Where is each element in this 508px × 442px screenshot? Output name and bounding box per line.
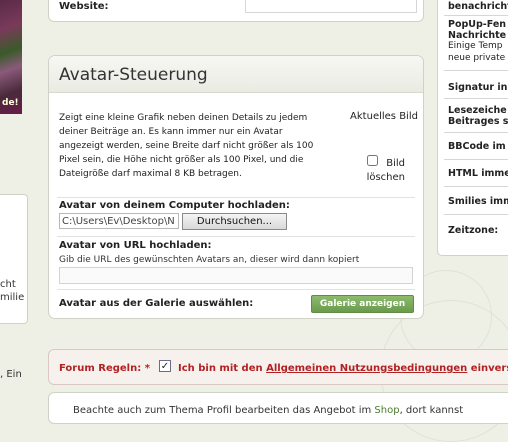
- avatar-url-input[interactable]: [59, 267, 413, 284]
- sidebar-item-html[interactable]: HTML imme: [448, 168, 508, 180]
- divider: [444, 214, 508, 215]
- left-text-fragment: , Ein: [0, 369, 22, 380]
- divider: [444, 186, 508, 187]
- divider: [57, 289, 415, 290]
- url-upload-label: Avatar von URL hochladen:: [59, 240, 212, 251]
- promo-image-text: de!: [2, 98, 19, 108]
- divider: [57, 197, 415, 198]
- sidebar-item-notify[interactable]: benachrichtig: [448, 1, 508, 13]
- sidebar-item-popup-desc: Einige Temp: [448, 41, 503, 51]
- avatar-panel-header: Avatar-Steuerung: [49, 56, 423, 93]
- left-text-fragment: milie: [0, 292, 25, 303]
- website-label: Website:: [59, 1, 109, 12]
- forum-rules-panel: Forum Regeln: * ✓ Ich bin mit den Allgem…: [48, 349, 508, 385]
- accept-terms-checkbox[interactable]: ✓: [159, 360, 171, 372]
- profile-hint-panel: Beachte auch zum Thema Profil bearbeiten…: [48, 392, 508, 424]
- divider: [444, 159, 508, 160]
- accept-terms-text: Ich bin mit den Allgemeinen Nutzungsbedi…: [178, 363, 508, 374]
- left-column: de! cht milie , Ein: [0, 0, 38, 412]
- profile-hint-prefix: Beachte auch zum Thema Profil bearbeiten…: [73, 405, 372, 416]
- show-gallery-button[interactable]: Galerie anzeigen: [311, 295, 414, 313]
- divider: [444, 132, 508, 133]
- avatar-panel-title: Avatar-Steuerung: [59, 65, 208, 85]
- divider: [444, 70, 508, 71]
- sidebar-item-bbcode[interactable]: BBCode im: [448, 141, 508, 153]
- file-path-input[interactable]: C:\Users\Ev\Desktop\N: [59, 213, 179, 229]
- avatar-panel: Avatar-Steuerung Zeigt eine kleine Grafi…: [48, 55, 424, 319]
- sidebar-item-smilies[interactable]: Smilies imm: [448, 196, 508, 208]
- divider: [444, 15, 508, 16]
- terms-link[interactable]: Allgemeinen Nutzungsbedingungen: [266, 363, 467, 374]
- website-input[interactable]: [245, 0, 417, 13]
- accept-terms-prefix: Ich bin mit den: [178, 363, 263, 374]
- promo-image[interactable]: de!: [0, 0, 22, 114]
- sidebar-item-bookmarks-title2: Beitrages s: [448, 116, 508, 127]
- sidebar-item-timezone[interactable]: Zeitzone:: [448, 225, 508, 237]
- accept-terms-suffix: einvers: [470, 363, 508, 374]
- upload-label: Avatar von deinem Computer hochladen:: [59, 200, 290, 211]
- shop-link[interactable]: Shop: [374, 405, 399, 416]
- website-panel: Website:: [48, 0, 424, 22]
- sidebar-item-signature[interactable]: Signatur in: [448, 82, 508, 94]
- browse-button[interactable]: Durchsuchen...: [182, 213, 287, 230]
- divider: [444, 98, 508, 99]
- delete-avatar-label: Bild löschen: [366, 158, 405, 183]
- left-text-fragment: cht: [0, 279, 16, 290]
- sidebar-item-popup-desc2: neue private: [448, 53, 506, 63]
- forum-rules-label: Forum Regeln: *: [59, 363, 150, 374]
- profile-hint-text: Beachte auch zum Thema Profil bearbeiten…: [73, 405, 463, 416]
- gallery-label: Avatar aus der Galerie auswählen:: [59, 298, 254, 309]
- current-avatar-label: Aktuelles Bild: [350, 111, 418, 122]
- profile-hint-suffix: , dort kannst: [399, 405, 464, 416]
- options-sidebar: benachrichtig PopUp-Fen Nachrichte Einig…: [437, 0, 508, 256]
- url-upload-hint: Gib die URL des gewünschten Avatars an, …: [59, 255, 360, 265]
- left-info-box: [0, 194, 28, 324]
- divider: [57, 236, 415, 237]
- avatar-description: Zeigt eine kleine Grafik neben deinen De…: [59, 113, 314, 179]
